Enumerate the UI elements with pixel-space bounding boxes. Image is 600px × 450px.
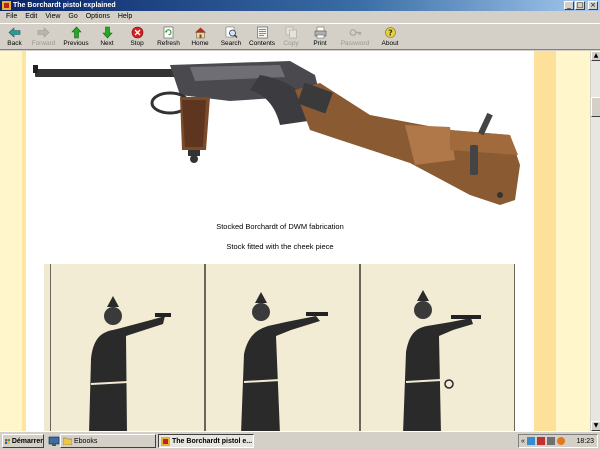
stop-button[interactable]: Stop — [122, 24, 152, 50]
forward-button[interactable]: Forward — [27, 24, 60, 50]
copy-button[interactable]: Copy — [277, 24, 305, 50]
contents-icon — [256, 26, 268, 39]
menu-help[interactable]: Help — [114, 12, 136, 22]
scroll-up-arrow[interactable]: ▲ — [591, 51, 600, 61]
svg-text:?: ? — [388, 29, 393, 38]
menu-file[interactable]: File — [2, 12, 21, 22]
question-icon: ? — [384, 27, 396, 38]
refresh-icon — [163, 26, 174, 39]
soldier-aiming-figure-3 — [403, 290, 481, 431]
start-label: Démarrer — [11, 437, 43, 445]
previous-icon — [70, 26, 82, 39]
windows-logo-icon — [5, 438, 10, 444]
print-button[interactable]: Print — [305, 24, 335, 50]
menu-bar: File Edit View Go Options Help — [0, 11, 600, 23]
page-margin-right — [534, 51, 556, 431]
print-icon — [314, 26, 326, 39]
page-content: Stocked Borchardt of DWM fabrication Sto… — [0, 51, 590, 431]
vertical-scrollbar[interactable]: ▲ ▼ — [590, 51, 600, 431]
start-button[interactable]: Démarrer — [2, 434, 44, 448]
taskbar-item-borchardt[interactable]: The Borchardt pistol e... — [158, 434, 254, 448]
menu-go[interactable]: Go — [64, 12, 81, 22]
toolbar: Back Forward Previous Next Stop Refresh … — [0, 23, 600, 50]
engraving-plates — [44, 264, 515, 431]
back-arrow-icon — [8, 27, 21, 38]
page-margin-right-stripe — [556, 51, 590, 431]
volume-icon[interactable] — [546, 437, 555, 445]
maximize-button[interactable]: □ — [575, 1, 585, 10]
stocked-pistol-image — [33, 61, 520, 205]
quicklaunch-desktop-icon[interactable] — [48, 435, 60, 447]
about-button[interactable]: ? About — [375, 24, 405, 50]
system-tray: « 18:23 — [518, 434, 598, 448]
app-icon — [2, 1, 11, 10]
engraving-plate-2 — [205, 264, 360, 431]
forward-arrow-icon — [37, 27, 50, 38]
taskbar: Démarrer Ebooks The Borchardt pistol e..… — [0, 431, 600, 450]
engraving-plate-1 — [50, 264, 205, 431]
key-icon — [349, 29, 361, 36]
previous-button[interactable]: Previous — [60, 24, 92, 50]
clock: 18:23 — [576, 437, 594, 445]
title-bar: The Borchardt pistol explained _ □ × — [0, 0, 600, 11]
close-button[interactable]: × — [588, 1, 598, 10]
scroll-thumb[interactable] — [591, 97, 600, 117]
password-button[interactable]: Password — [335, 24, 375, 50]
page-margin-left-stripe — [22, 51, 26, 431]
contents-button[interactable]: Contents — [247, 24, 277, 50]
minimize-button[interactable]: _ — [564, 1, 574, 10]
home-icon — [194, 27, 206, 39]
taskbar-item-ebooks[interactable]: Ebooks — [60, 434, 156, 448]
stop-icon — [131, 26, 143, 39]
menu-edit[interactable]: Edit — [21, 12, 41, 22]
scroll-down-arrow[interactable]: ▼ — [591, 421, 600, 431]
window-title: The Borchardt pistol explained — [13, 2, 116, 9]
antivirus-icon[interactable] — [536, 437, 545, 445]
next-button[interactable]: Next — [92, 24, 122, 50]
soldier-aiming-figure-1 — [89, 296, 171, 431]
search-icon — [225, 26, 237, 38]
copy-icon — [285, 26, 297, 39]
menu-view[interactable]: View — [41, 12, 64, 22]
search-button[interactable]: Search — [215, 24, 247, 50]
refresh-button[interactable]: Refresh — [152, 24, 185, 50]
back-button[interactable]: Back — [2, 24, 27, 50]
ebook-icon — [161, 436, 170, 446]
network-icon[interactable] — [526, 437, 535, 445]
engraving-plate-3 — [360, 264, 515, 431]
page-margin-left — [0, 51, 22, 431]
menu-options[interactable]: Options — [82, 12, 114, 22]
next-icon — [101, 26, 113, 39]
soldier-aiming-figure-2 — [241, 292, 328, 431]
folder-icon — [63, 437, 72, 445]
image-caption: Stocked Borchardt of DWM fabrication — [216, 222, 344, 231]
home-button[interactable]: Home — [185, 24, 215, 50]
messenger-icon[interactable] — [556, 437, 565, 445]
section-subtitle: Stock fitted with the cheek piece — [226, 242, 334, 251]
tray-collapse-icon[interactable]: « — [521, 438, 525, 445]
